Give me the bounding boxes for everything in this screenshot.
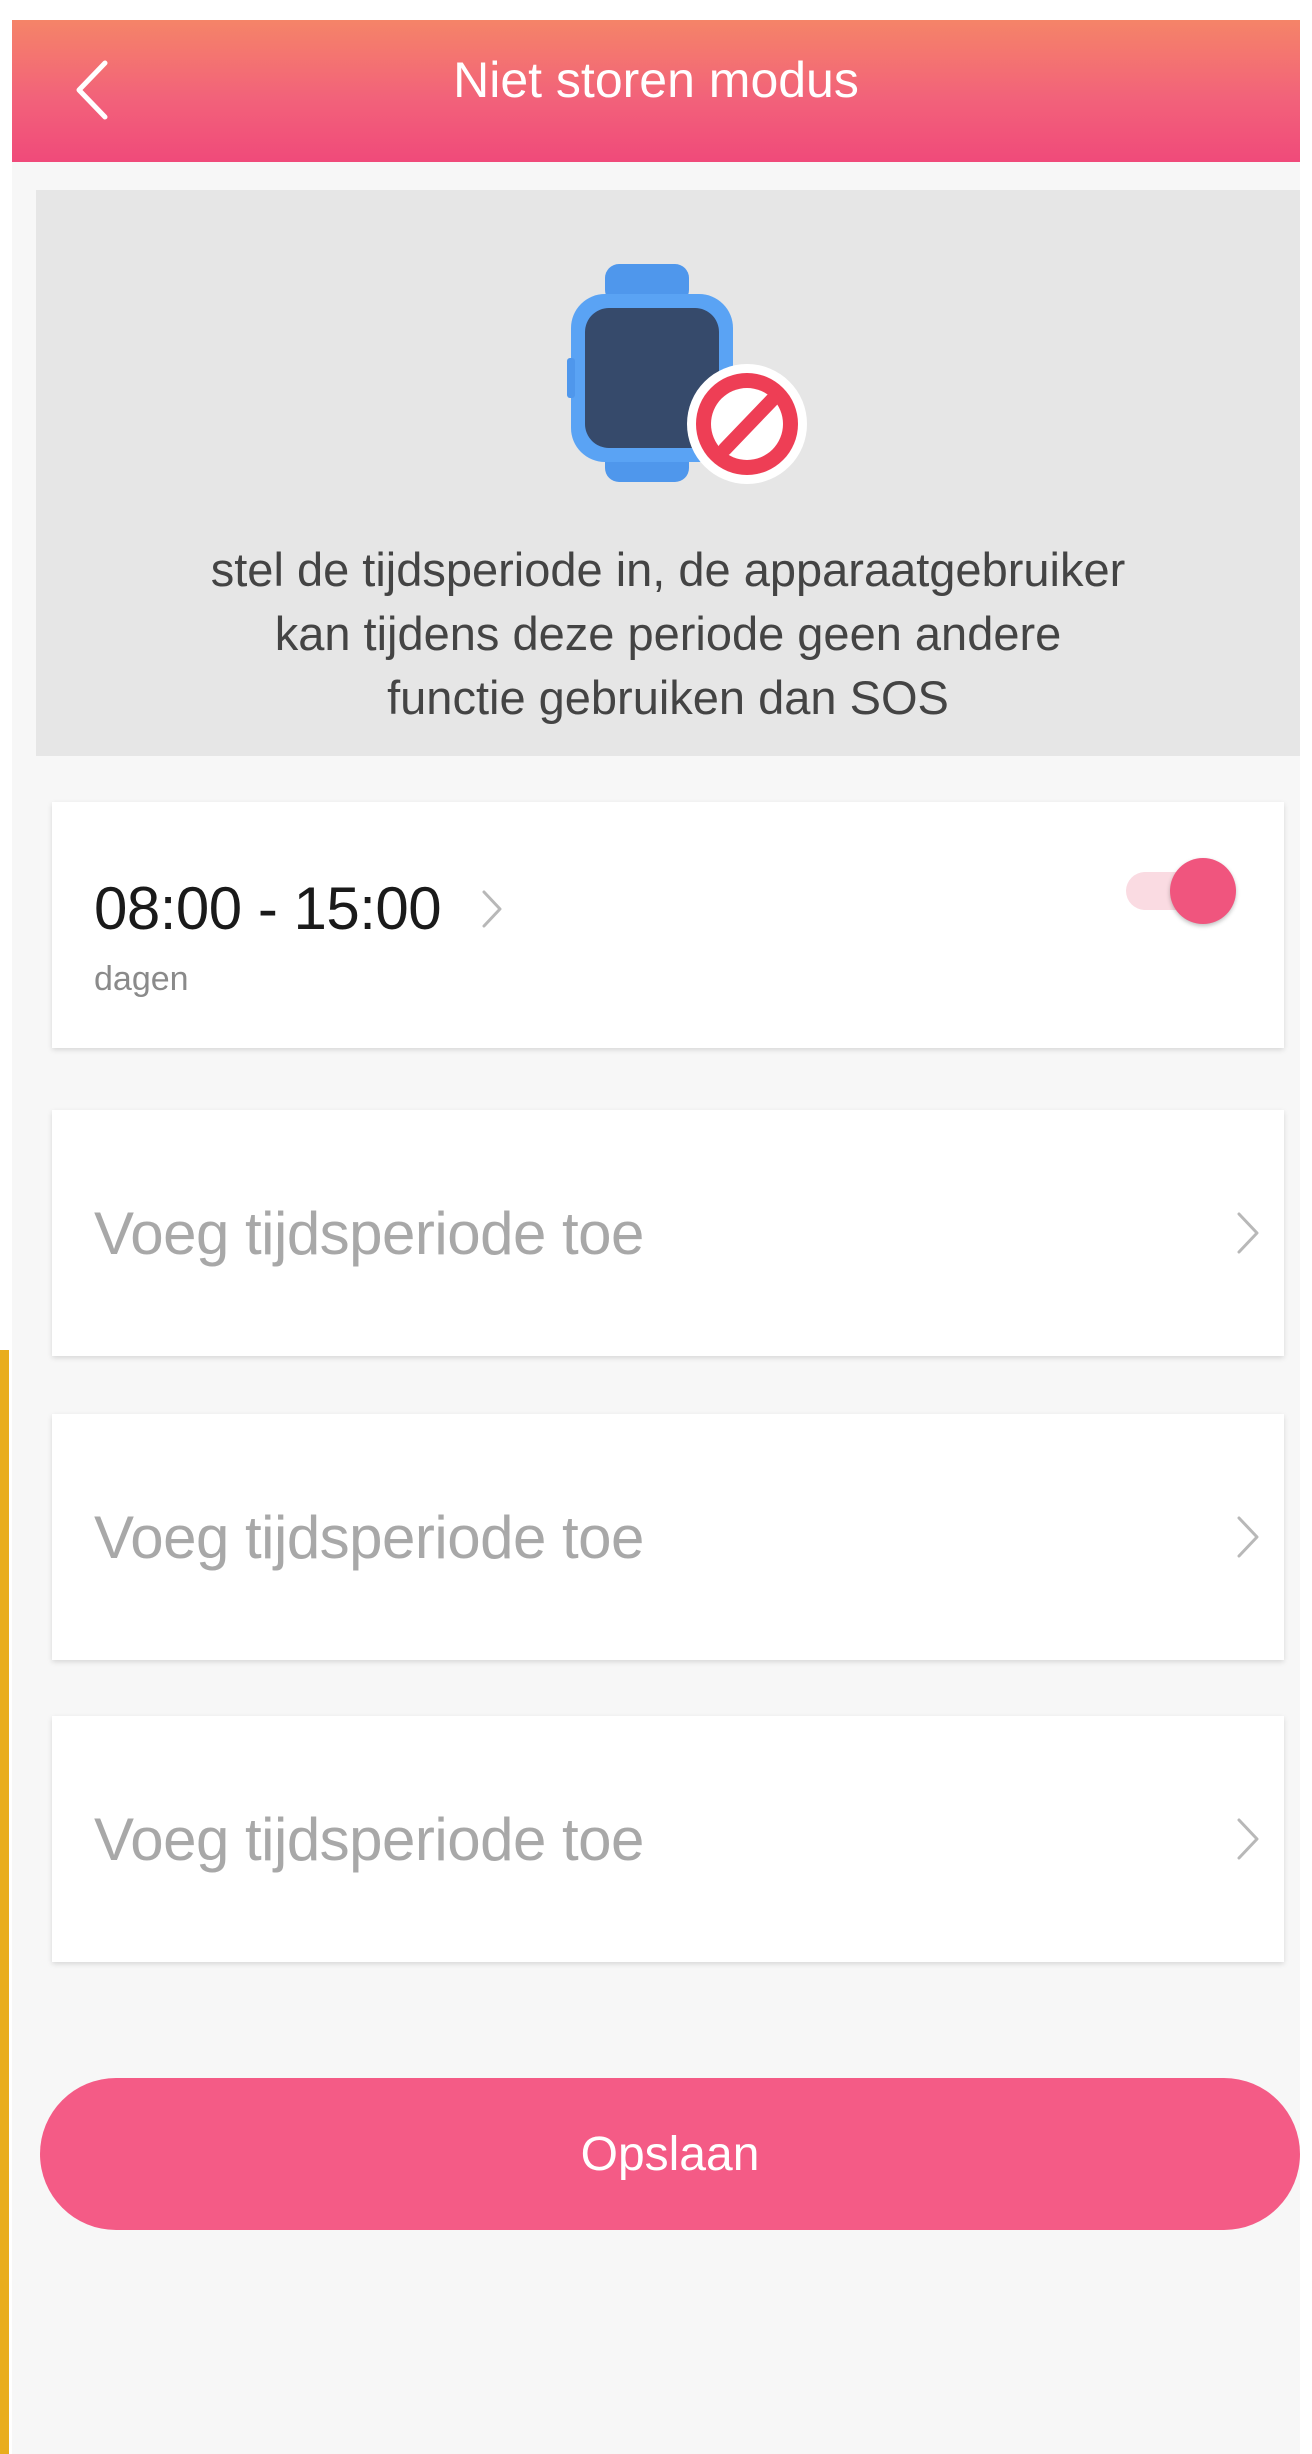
info-text: stel de tijdsperiode in, de apparaatgebr… [96,538,1240,730]
period-time: 08:00 - 15:00 [94,875,442,942]
chevron-right-icon [1237,1516,1259,1558]
period-days: dagen [94,960,189,998]
watch-prohibited-illustration [567,264,807,484]
chevron-left-icon [76,60,108,120]
info-line-2: kan tijdens deze periode geen andere [274,607,1062,660]
frame-right-strip [1300,0,1312,2454]
toggle-knob [1170,858,1236,924]
period-toggle[interactable] [1126,858,1238,924]
app-screen: Niet storen modus stel de tijdsperiode i… [12,20,1300,2454]
info-line-1: stel de tijdsperiode in, de apparaatgebr… [210,543,1126,596]
chevron-right-icon [1237,1212,1259,1254]
add-period-button[interactable]: Voeg tijdsperiode toe [52,1716,1284,1962]
add-period-label: Voeg tijdsperiode toe [94,1805,644,1873]
prohibited-icon [687,364,807,484]
frame-top-strip [0,0,1312,20]
period-card: 08:00 - 15:00 dagen [52,802,1284,1048]
header-bar: Niet storen modus [12,20,1300,162]
side-accent-bar [0,1350,9,2454]
info-banner: stel de tijdsperiode in, de apparaatgebr… [36,190,1300,756]
chevron-right-icon [482,890,502,927]
add-period-button[interactable]: Voeg tijdsperiode toe [52,1110,1284,1356]
add-period-label: Voeg tijdsperiode toe [94,1503,644,1571]
add-period-button[interactable]: Voeg tijdsperiode toe [52,1414,1284,1660]
chevron-right-icon [1237,1818,1259,1860]
save-button[interactable]: Opslaan [40,2078,1300,2230]
period-time-link[interactable]: 08:00 - 15:00 [94,874,503,943]
page-title: Niet storen modus [453,52,859,108]
back-button[interactable] [74,50,146,130]
info-line-3: functie gebruiken dan SOS [387,671,949,724]
add-period-label: Voeg tijdsperiode toe [94,1199,644,1267]
